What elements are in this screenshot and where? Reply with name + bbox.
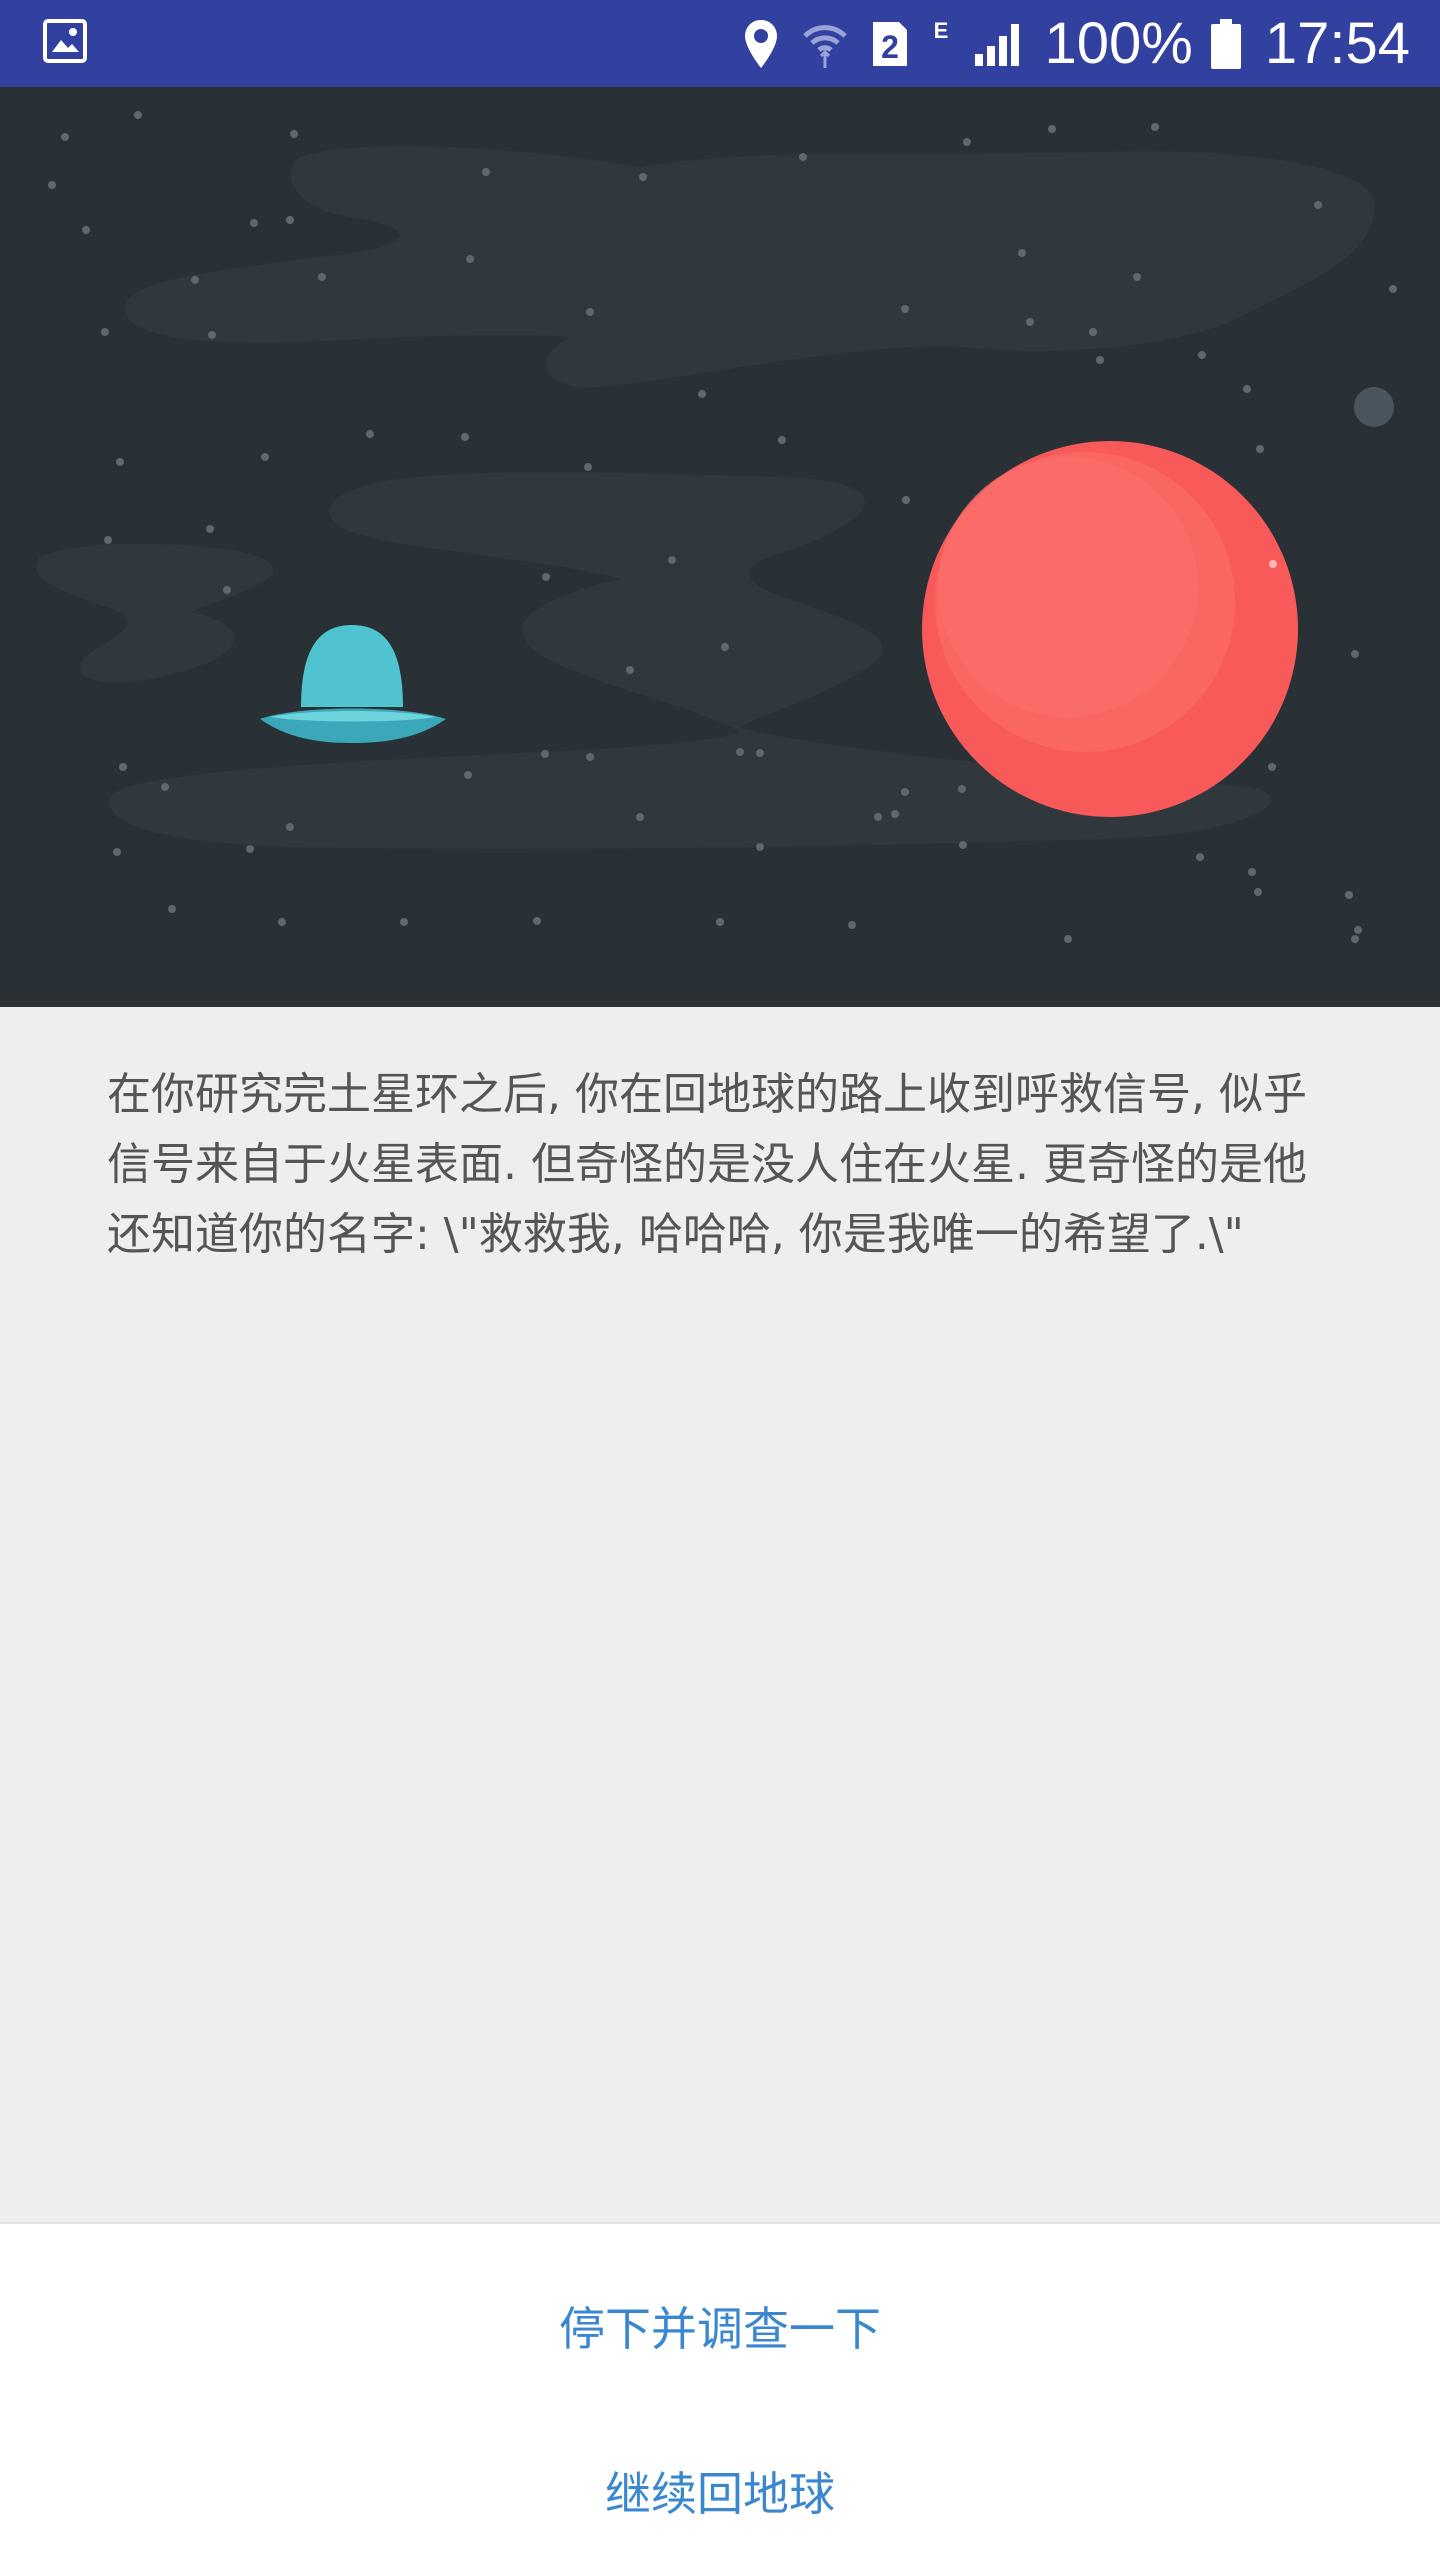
small-moon xyxy=(1354,387,1394,427)
location-icon xyxy=(743,18,779,70)
network-type-label: E xyxy=(933,18,948,43)
space-illustration xyxy=(0,87,1440,1007)
gallery-icon xyxy=(42,18,88,64)
battery-icon xyxy=(1209,17,1243,71)
story-text: 在你研究完土星环之后, 你在回地球的路上收到呼救信号, 似乎信号来自于火星表面.… xyxy=(107,1069,1307,1260)
investigate-button[interactable]: 停下并调查一下 xyxy=(0,2284,1440,2374)
wifi-icon xyxy=(801,18,849,70)
signal-icon xyxy=(973,20,1023,68)
battery-percent: 100% xyxy=(1044,11,1193,76)
red-planet xyxy=(922,441,1298,817)
clock: 17:54 xyxy=(1264,11,1410,76)
status-bar: 2 E 100% 17:54 xyxy=(0,0,1440,87)
ufo xyxy=(260,625,446,743)
return-to-earth-button[interactable]: 继续回地球 xyxy=(0,2449,1440,2539)
sim-2-icon: 2 xyxy=(871,20,909,68)
choice-panel: 停下并调查一下 继续回地球 xyxy=(0,2222,1440,2562)
network-e-icon: E xyxy=(931,18,951,70)
sim-badge-label: 2 xyxy=(881,29,899,65)
